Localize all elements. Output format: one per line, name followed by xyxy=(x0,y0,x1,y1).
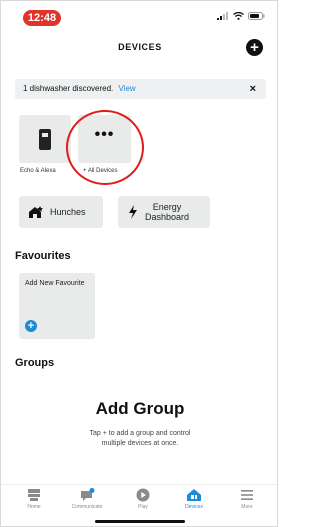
hunches-button[interactable]: Hunches xyxy=(19,196,103,228)
chat-bubble-icon xyxy=(81,488,95,501)
status-bar: 12:48 xyxy=(1,1,277,31)
echo-alexa-label: Echo & Alexa xyxy=(20,168,56,174)
home-icon xyxy=(28,489,40,501)
banner-message: 1 dishwasher discovered. xyxy=(23,84,114,93)
nav-devices-label: Devices xyxy=(185,504,203,510)
energy-label-line2: Dashboard xyxy=(145,212,190,222)
add-favourite-card[interactable]: Add New Favourite + xyxy=(19,273,95,339)
plus-circle-icon: + xyxy=(25,320,37,332)
nav-more-label: More xyxy=(241,504,253,510)
bottom-nav: Home Communicate Play Devices More xyxy=(1,484,277,517)
echo-device-icon xyxy=(39,129,51,150)
play-icon xyxy=(136,488,150,502)
battery-icon xyxy=(248,12,265,20)
nav-devices[interactable]: Devices xyxy=(172,488,216,510)
wifi-icon xyxy=(233,12,244,20)
lightning-icon xyxy=(129,205,137,219)
signal-icon xyxy=(217,12,228,20)
highlight-circle xyxy=(66,110,144,185)
favourites-heading: Favourites xyxy=(15,250,71,262)
nav-communicate-label: Communicate xyxy=(71,504,103,510)
hunches-label: Hunches xyxy=(50,207,86,217)
nav-home[interactable]: Home xyxy=(12,488,56,510)
energy-dashboard-button[interactable]: Energy Dashboard xyxy=(118,196,210,228)
status-icons xyxy=(217,12,265,20)
add-group-desc-line1: Tap + to add a group and control xyxy=(89,430,191,437)
echo-alexa-tile[interactable] xyxy=(19,115,71,163)
energy-label-line1: Energy xyxy=(152,202,182,212)
close-icon[interactable]: × xyxy=(250,79,256,99)
menu-icon xyxy=(241,490,253,500)
add-group-desc-line2: multiple devices at once. xyxy=(101,440,179,447)
add-favourite-label: Add New Favourite xyxy=(25,280,85,287)
groups-heading: Groups xyxy=(15,357,55,369)
discovery-banner: 1 dishwasher discovered. View × xyxy=(15,79,266,99)
devices-screen: 12:48 DEVICES + 1 dishwasher discovered.… xyxy=(0,0,278,527)
add-group-description: Tap + to add a group and control multipl… xyxy=(1,429,277,449)
hunches-icon xyxy=(29,206,43,218)
nav-play-label: Play xyxy=(138,504,148,510)
nav-communicate[interactable]: Communicate xyxy=(65,488,109,510)
banner-view-link[interactable]: View xyxy=(119,84,136,93)
devices-icon xyxy=(187,489,201,501)
status-time: 12:48 xyxy=(23,10,61,26)
energy-dashboard-label: Energy Dashboard xyxy=(145,202,189,222)
add-group-title: Add Group xyxy=(95,399,185,418)
page-title: DEVICES xyxy=(118,42,162,52)
home-indicator xyxy=(95,520,185,523)
nav-play[interactable]: Play xyxy=(121,488,165,510)
nav-more[interactable]: More xyxy=(225,488,269,510)
nav-home-label: Home xyxy=(27,504,41,510)
add-device-button[interactable]: + xyxy=(246,39,263,56)
